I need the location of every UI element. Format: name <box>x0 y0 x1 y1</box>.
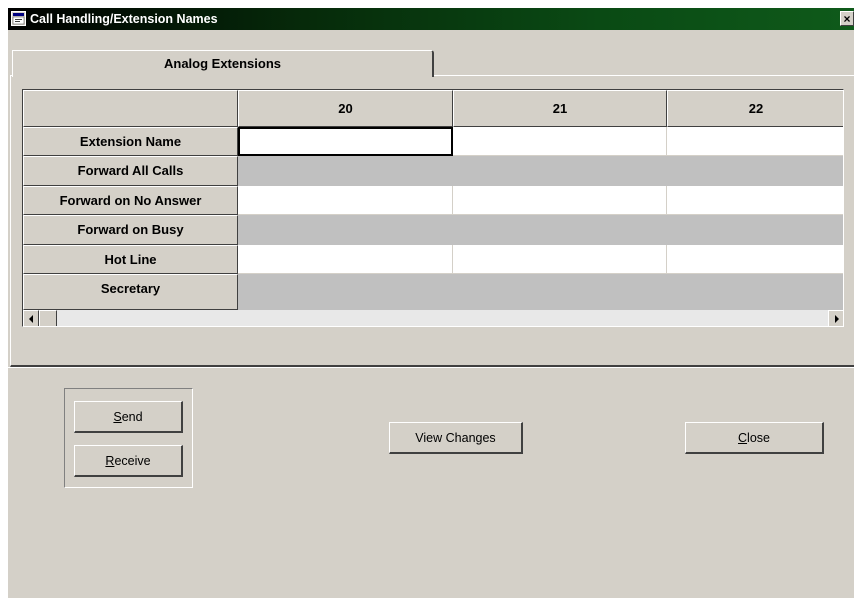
forward-no-answer-cell-20[interactable] <box>238 186 453 215</box>
dialog-window: Call Handling/Extension Names × Analog E… <box>8 8 854 598</box>
right-arrow-icon <box>835 315 839 323</box>
horizontal-scrollbar[interactable] <box>23 310 843 326</box>
extension-grid: 20 21 22 Extension Name Forward All Call… <box>22 89 844 327</box>
close-label: lose <box>747 430 770 445</box>
extension-name-cell-20[interactable] <box>238 127 453 156</box>
receive-label: eceive <box>114 453 151 468</box>
row-header-forward-no-answer[interactable]: Forward on No Answer <box>23 186 238 215</box>
close-window-button[interactable]: × <box>840 11 854 26</box>
extension-name-cell-21[interactable] <box>453 127 667 156</box>
scroll-right-button[interactable] <box>828 310 843 326</box>
tab-analog-extensions[interactable]: Analog Extensions <box>12 50 434 77</box>
row-header-hot-line[interactable]: Hot Line <box>23 245 238 274</box>
hot-line-cell-22[interactable] <box>667 245 843 274</box>
scroll-left-button[interactable] <box>23 310 39 326</box>
scroll-thumb[interactable] <box>39 310 57 326</box>
row-header-forward-on-busy[interactable]: Forward on Busy <box>23 215 238 245</box>
window-title: Call Handling/Extension Names <box>30 12 218 26</box>
forward-no-answer-cell-21[interactable] <box>453 186 667 215</box>
hot-line-cell-20[interactable] <box>238 245 453 274</box>
grid-corner-header[interactable] <box>23 90 238 127</box>
panel-divider <box>8 367 854 368</box>
left-arrow-icon <box>29 315 33 323</box>
column-header-21[interactable]: 21 <box>453 90 667 127</box>
close-accel: C <box>738 430 748 445</box>
row-header-secretary[interactable]: Secretary <box>23 274 238 310</box>
forward-all-calls-cells[interactable] <box>238 156 843 186</box>
title-bar[interactable]: Call Handling/Extension Names × <box>8 8 854 30</box>
send-button[interactable]: Send <box>74 401 183 433</box>
send-accel: S <box>113 409 122 424</box>
column-header-20[interactable]: 20 <box>238 90 453 127</box>
close-button[interactable]: Close <box>685 422 824 454</box>
view-changes-button[interactable]: View Changes <box>389 422 523 454</box>
row-header-forward-all-calls[interactable]: Forward All Calls <box>23 156 238 186</box>
send-label: end <box>121 409 143 424</box>
forward-no-answer-cell-22[interactable] <box>667 186 843 215</box>
column-header-22[interactable]: 22 <box>667 90 843 127</box>
secretary-cells[interactable] <box>238 274 843 310</box>
hot-line-cell-21[interactable] <box>453 245 667 274</box>
extension-name-cell-22[interactable] <box>667 127 843 156</box>
forward-on-busy-cells[interactable] <box>238 215 843 245</box>
row-header-extension-name[interactable]: Extension Name <box>23 127 238 156</box>
receive-button[interactable]: Receive <box>74 445 183 477</box>
app-window-icon <box>11 11 26 26</box>
